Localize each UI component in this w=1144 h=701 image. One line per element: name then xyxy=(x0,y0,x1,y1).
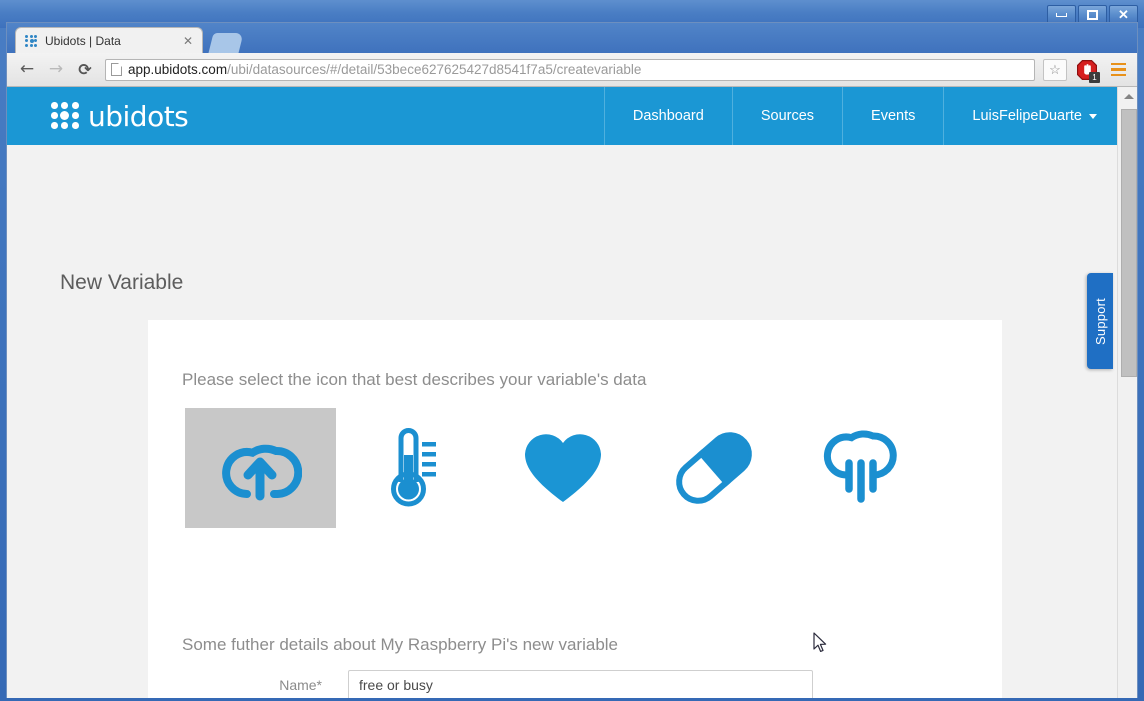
support-tab-label: Support xyxy=(1092,297,1108,345)
ubidots-favicon-icon xyxy=(24,33,39,48)
page-viewport: ubidots Dashboard Sources Events LuisFel… xyxy=(7,87,1137,698)
nav-dashboard[interactable]: Dashboard xyxy=(603,87,732,145)
pill-icon xyxy=(675,432,752,504)
menu-line xyxy=(1110,68,1126,71)
back-button[interactable]: ← xyxy=(15,58,39,82)
icon-option-pill[interactable] xyxy=(638,408,789,528)
forward-button[interactable]: → xyxy=(44,58,68,82)
ubidots-dots-icon xyxy=(49,101,81,131)
brand-name: ubidots xyxy=(88,99,189,133)
tab-title: Ubidots | Data xyxy=(45,33,121,48)
app-navbar: ubidots Dashboard Sources Events LuisFel… xyxy=(7,87,1117,145)
bookmark-star-icon[interactable]: ☆ xyxy=(1043,58,1067,81)
tab-close-icon[interactable]: ✕ xyxy=(180,34,196,48)
new-tab-button[interactable] xyxy=(208,33,244,53)
scrollbar-thumb[interactable] xyxy=(1121,109,1137,377)
icon-chooser xyxy=(185,408,940,528)
scrollbar-up-button[interactable] xyxy=(1118,87,1137,105)
browser-window: Ubidots | Data ✕ ← → ⟳ app.ubidots.com/u… xyxy=(6,22,1138,698)
minimize-icon xyxy=(1056,12,1067,17)
nav-sources[interactable]: Sources xyxy=(731,87,842,145)
name-field-label: Name* xyxy=(279,677,322,693)
adblock-icon[interactable]: 1 xyxy=(1076,59,1100,83)
ubidots-logo[interactable]: ubidots xyxy=(49,99,189,133)
page-title: New Variable xyxy=(60,271,184,294)
os-window: ✕ Ubidots | Data ✕ ← → ⟳ app.ubidots.com… xyxy=(0,0,1144,701)
reload-button[interactable]: ⟳ xyxy=(73,58,97,82)
adblock-count-badge: 1 xyxy=(1089,71,1100,83)
address-bar[interactable]: app.ubidots.com/ubi/datasources/#/detail… xyxy=(105,58,1035,81)
variable-form: Name* Unit* xyxy=(148,670,1002,698)
thermometer-icon xyxy=(390,428,436,507)
support-tab[interactable]: Support xyxy=(1087,273,1113,369)
maximize-icon xyxy=(1087,9,1098,20)
nav-events[interactable]: Events xyxy=(842,87,943,145)
new-variable-card: Please select the icon that best describ… xyxy=(148,320,1002,698)
url-text: app.ubidots.com/ubi/datasources/#/detail… xyxy=(128,62,641,77)
icon-option-cloud-upload[interactable] xyxy=(185,408,336,528)
chevron-down-icon xyxy=(1089,113,1097,119)
form-row-name: Name* xyxy=(148,670,1002,698)
chevron-up-icon xyxy=(1124,93,1134,99)
icon-option-thermometer[interactable] xyxy=(336,408,487,528)
cloud-upload-icon xyxy=(221,444,302,501)
details-prompt-label: Some futher details about My Raspberry P… xyxy=(182,635,619,654)
user-name-label: LuisFelipeDuarte xyxy=(972,108,1082,124)
icon-option-rain-cloud[interactable] xyxy=(789,408,940,528)
close-icon: ✕ xyxy=(1118,7,1129,22)
nav-user-menu[interactable]: LuisFelipeDuarte xyxy=(943,87,1117,145)
icon-prompt-label: Please select the icon that best describ… xyxy=(182,370,647,389)
rain-cloud-icon xyxy=(823,430,897,503)
navbar-links: Dashboard Sources Events LuisFelipeDuart… xyxy=(603,87,1117,145)
menu-line xyxy=(1110,73,1126,77)
browser-toolbar: ← → ⟳ app.ubidots.com/ubi/datasources/#/… xyxy=(7,53,1137,87)
icon-option-heart[interactable] xyxy=(487,408,638,528)
heart-icon xyxy=(524,434,601,502)
name-input[interactable] xyxy=(348,670,813,698)
browser-tabstrip: Ubidots | Data ✕ xyxy=(7,23,1137,53)
url-domain: app.ubidots.com xyxy=(128,62,228,77)
page-document-icon xyxy=(111,63,122,76)
menu-line xyxy=(1110,62,1126,66)
browser-tab[interactable]: Ubidots | Data ✕ xyxy=(15,27,203,53)
url-path: /ubi/datasources/#/detail/53bece62762542… xyxy=(227,62,642,77)
browser-menu-icon[interactable] xyxy=(1107,59,1129,81)
page-scrollbar[interactable] xyxy=(1117,87,1137,698)
